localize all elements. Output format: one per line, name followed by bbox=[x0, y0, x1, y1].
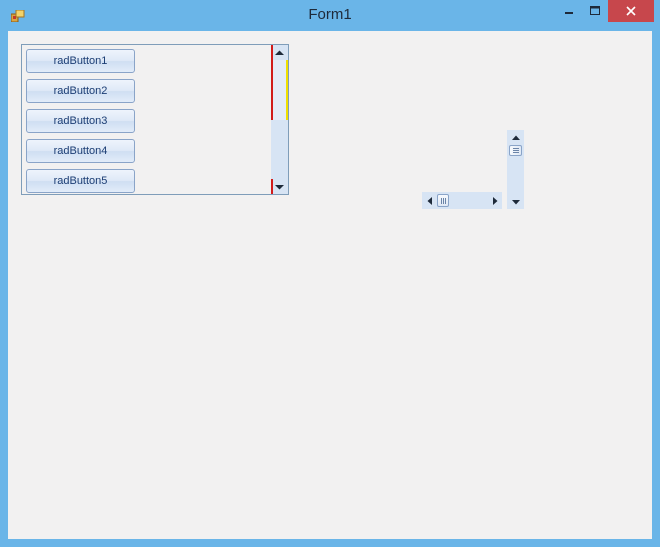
scroll-right-button[interactable] bbox=[488, 192, 502, 209]
client-area: radButton1 radButton2 radButton3 radButt… bbox=[8, 31, 652, 539]
arrow-right-icon bbox=[492, 196, 497, 205]
arrow-up-icon bbox=[275, 50, 284, 55]
arrow-up-icon bbox=[511, 135, 520, 140]
vertical-scroll-thumb[interactable] bbox=[509, 145, 522, 156]
rad-button-2[interactable]: radButton2 bbox=[26, 79, 135, 103]
maximize-button[interactable] bbox=[582, 0, 608, 22]
rad-button-4[interactable]: radButton4 bbox=[26, 139, 135, 163]
close-icon bbox=[626, 6, 636, 16]
maximize-icon bbox=[590, 6, 600, 15]
title-bar[interactable]: Form1 bbox=[0, 0, 660, 31]
scroll-up-button[interactable] bbox=[507, 130, 524, 144]
scroll-left-button[interactable] bbox=[422, 192, 436, 209]
scrollable-panel[interactable]: radButton1 radButton2 radButton3 radButt… bbox=[21, 44, 289, 195]
minimize-icon bbox=[565, 12, 573, 14]
arrow-down-icon bbox=[275, 184, 284, 189]
minimize-button[interactable] bbox=[556, 0, 582, 22]
panel-vertical-scrollbar[interactable] bbox=[271, 45, 288, 194]
form-window: Form1 radButton1 radButton2 radButton3 r… bbox=[0, 0, 660, 547]
close-button[interactable] bbox=[608, 0, 654, 22]
scroll-down-button[interactable] bbox=[271, 179, 288, 194]
rad-button-3[interactable]: radButton3 bbox=[26, 109, 135, 133]
rad-button-5[interactable]: radButton5 bbox=[26, 169, 135, 193]
scroll-up-button[interactable] bbox=[271, 45, 288, 60]
arrow-down-icon bbox=[511, 199, 520, 204]
vertical-scrollbar[interactable] bbox=[507, 130, 524, 209]
scroll-thumb[interactable] bbox=[271, 60, 288, 120]
rad-button-1[interactable]: radButton1 bbox=[26, 49, 135, 73]
horizontal-scrollbar[interactable] bbox=[422, 192, 502, 209]
horizontal-scroll-thumb[interactable] bbox=[437, 194, 449, 207]
scroll-down-button[interactable] bbox=[507, 195, 524, 209]
arrow-left-icon bbox=[427, 196, 432, 205]
